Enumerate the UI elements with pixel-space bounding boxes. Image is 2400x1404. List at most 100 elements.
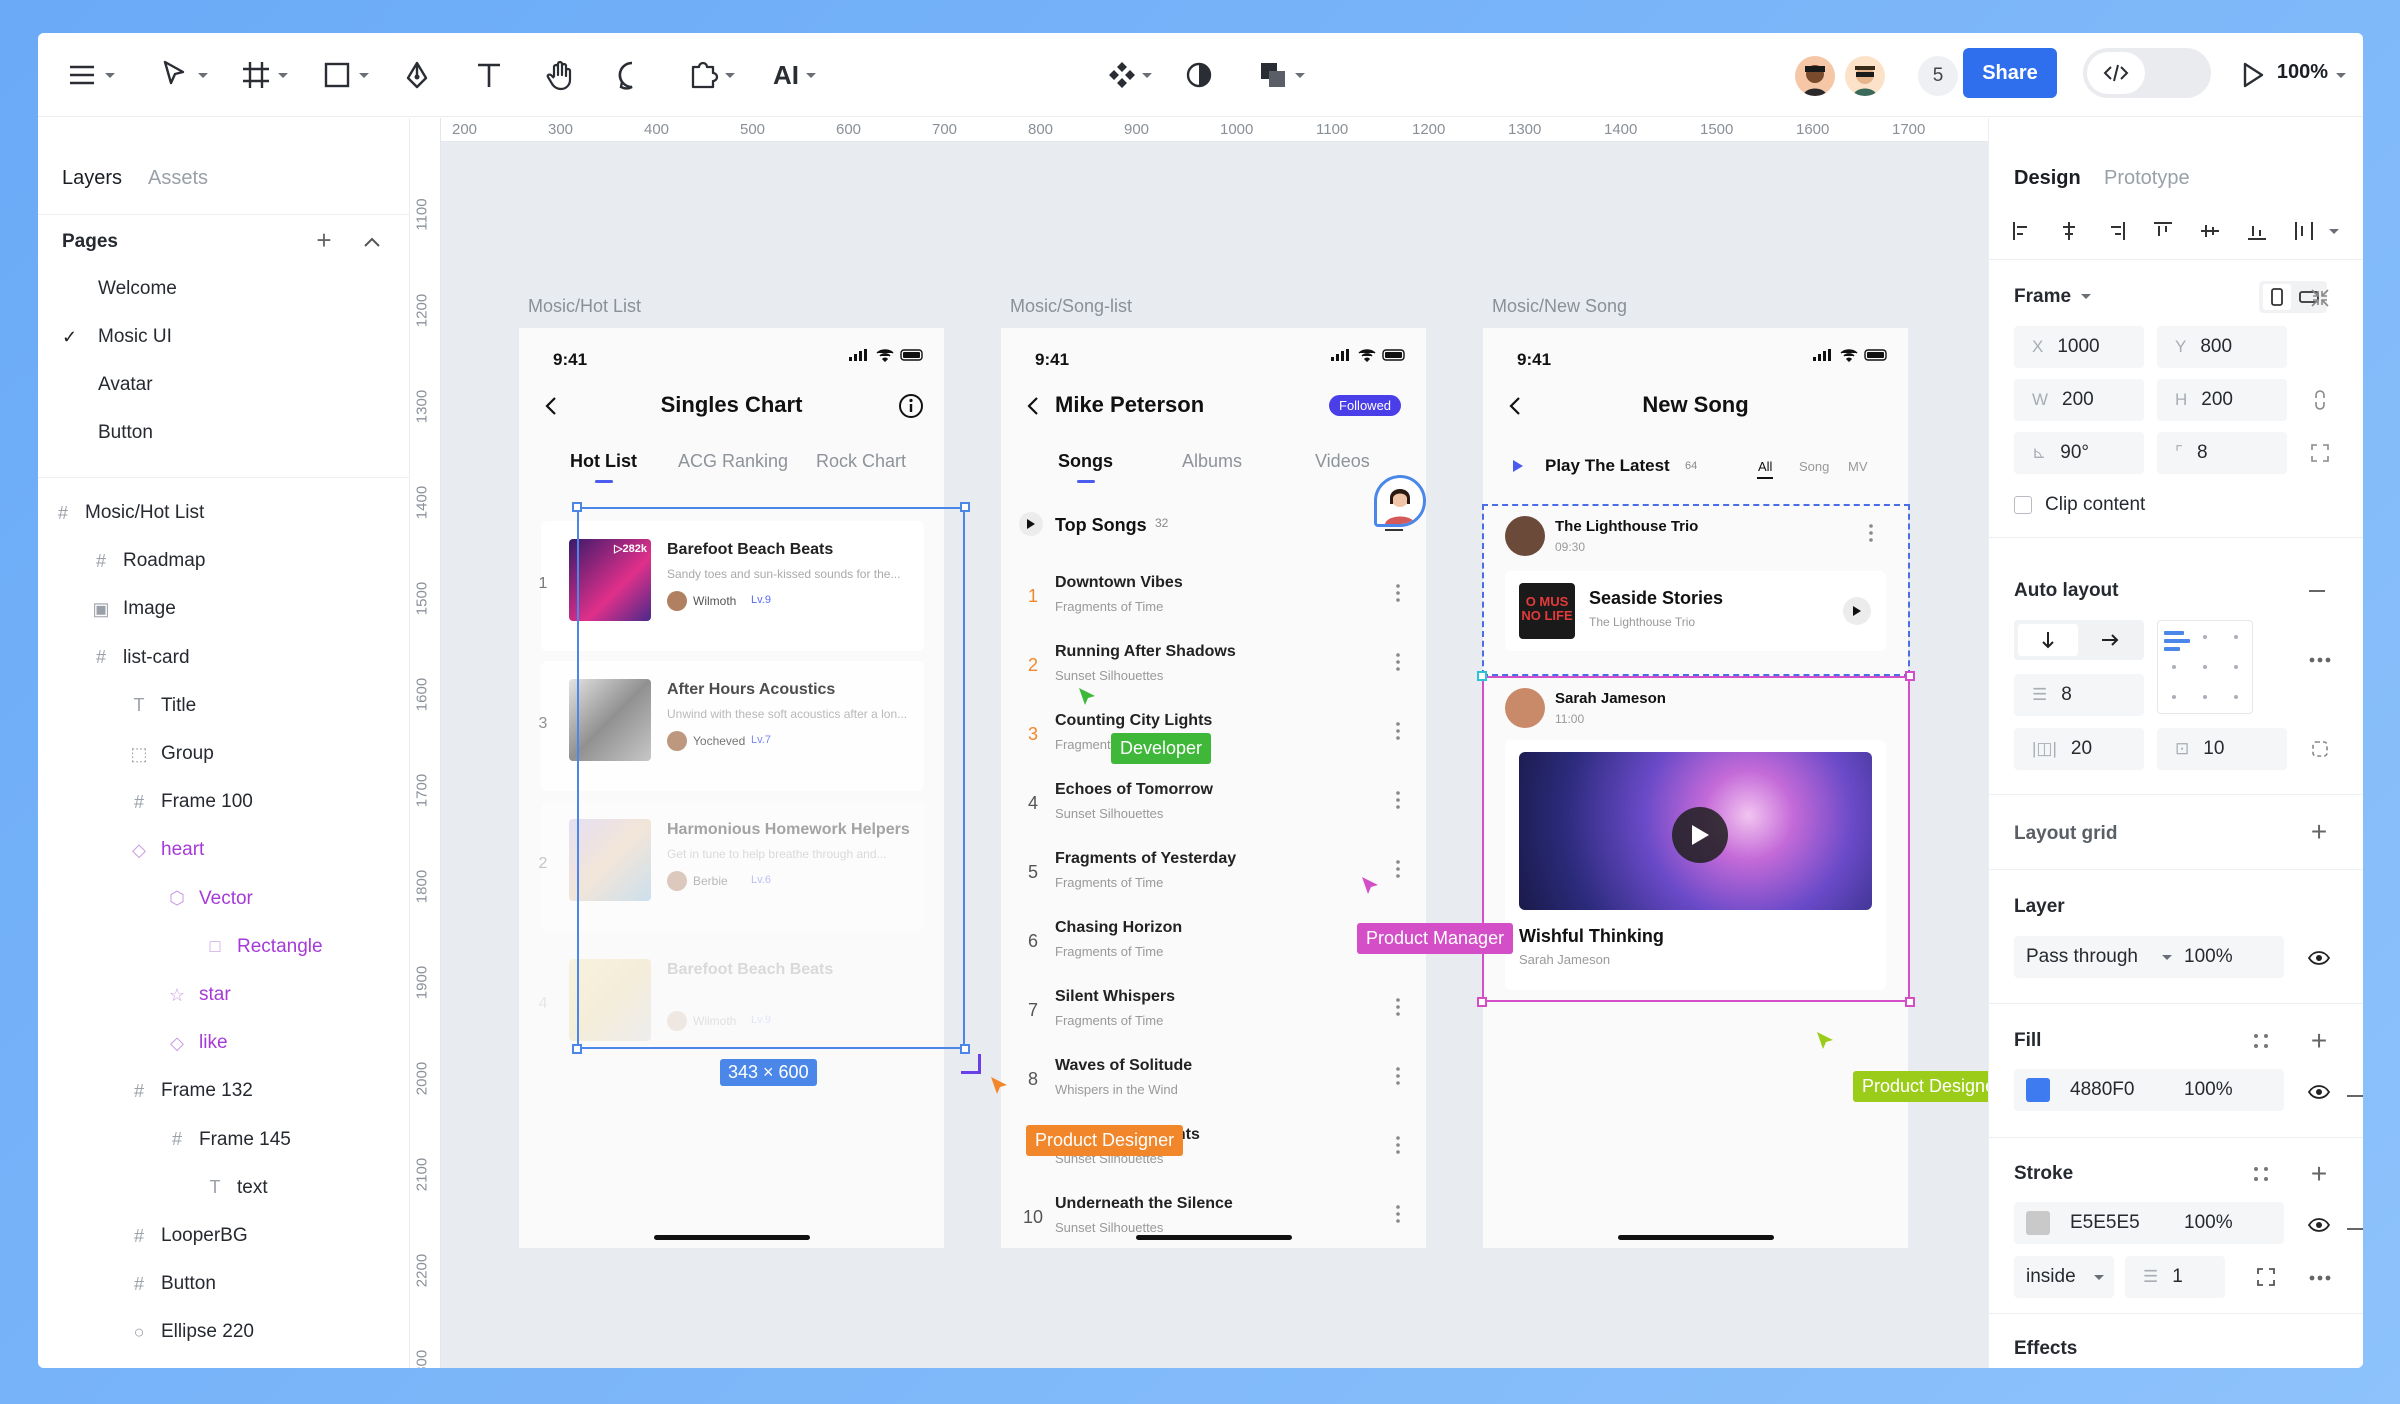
resize-handle[interactable] (572, 502, 582, 512)
layer-item[interactable]: ○ Ellipse 220 (38, 1310, 410, 1354)
layer-item[interactable]: ◇ like (38, 1021, 410, 1065)
radius-value[interactable]: 8 (2197, 442, 2208, 464)
resize-handle[interactable] (1477, 997, 1487, 1007)
tab-videos[interactable]: Videos (1315, 451, 1370, 472)
vertical-padding-field[interactable]: ⊡ 10 (2157, 728, 2287, 770)
chevron-down-icon[interactable] (2329, 229, 2339, 234)
chevron-down-icon[interactable] (198, 73, 208, 78)
tab-prototype[interactable]: Prototype (2104, 167, 2190, 190)
canvas[interactable]: 200 300 400 500 600 700 800 900 1000 1100 1200 1300… (411, 118, 1988, 1368)
rotation-value[interactable]: 90° (2060, 442, 2089, 464)
more-icon[interactable] (1396, 860, 1400, 878)
frame-label[interactable]: Mosic/Hot List (528, 296, 641, 317)
constrain-proportions-icon[interactable] (2308, 388, 2332, 412)
h-value[interactable]: 200 (2201, 389, 2233, 411)
blend-mode-value[interactable]: Pass through (2026, 946, 2138, 968)
more-icon[interactable] (1396, 998, 1400, 1016)
song-row[interactable]: 8 Waves of Solitude Whispers in the Wind (1001, 1045, 1426, 1114)
layer-item[interactable]: Ttext (38, 1359, 410, 1368)
chevron-down-icon[interactable] (2081, 294, 2091, 299)
direction-toggle[interactable] (2014, 620, 2144, 660)
stroke-opacity[interactable]: 100% (2184, 1212, 2233, 1234)
more-icon[interactable] (1396, 1136, 1400, 1154)
selection-box[interactable] (1482, 676, 1910, 1002)
chevron-down-icon[interactable] (725, 73, 735, 78)
eye-icon[interactable] (2307, 1213, 2331, 1237)
song-list-frame[interactable]: 9:41 Mike Peterson Followed Songs Albums… (1001, 328, 1426, 1248)
horizontal-direction-icon[interactable] (2080, 624, 2140, 656)
layer-item[interactable]: ⬚ Group (38, 732, 410, 776)
tab-albums[interactable]: Albums (1182, 451, 1242, 472)
zoom-level[interactable]: 100% (2266, 61, 2328, 84)
align-center-v-icon[interactable] (2197, 218, 2223, 244)
song-row[interactable]: 4 Echoes of Tomorrow Sunset Silhouettes (1001, 769, 1426, 838)
layer-item[interactable]: ◇ heart (38, 828, 410, 872)
chevron-down-icon[interactable] (359, 73, 369, 78)
page-item[interactable]: Button (38, 411, 410, 455)
alignment-dot[interactable] (2203, 695, 2207, 699)
alignment-grid[interactable] (2157, 620, 2253, 714)
filter-song[interactable]: Song (1799, 459, 1829, 474)
contrast-icon[interactable] (1183, 59, 1215, 91)
ai-icon[interactable]: AI (768, 59, 804, 91)
tab-layers[interactable]: Layers (62, 167, 122, 190)
resize-handle[interactable] (1905, 997, 1915, 1007)
component-icon[interactable] (1106, 59, 1138, 91)
layer-item[interactable]: T Title (38, 684, 410, 728)
align-top-icon[interactable] (2150, 218, 2176, 244)
remove-fill-icon[interactable] (2347, 1095, 2363, 1097)
blend-mode-field[interactable]: Pass through 100% (2014, 936, 2284, 978)
clip-content-checkbox[interactable] (2014, 496, 2032, 514)
align-bottom-icon[interactable] (2244, 218, 2270, 244)
add-page-icon[interactable]: + (312, 225, 336, 255)
align-center-h-icon[interactable] (2056, 218, 2082, 244)
width-field[interactable]: W 200 (2014, 379, 2144, 421)
eye-icon[interactable] (2307, 946, 2331, 970)
resize-handle[interactable] (1905, 671, 1915, 681)
play-icon[interactable] (2238, 59, 2268, 91)
more-icon[interactable] (1396, 791, 1400, 809)
avatar[interactable] (1845, 56, 1885, 96)
alignment-dot[interactable] (2203, 635, 2207, 639)
portrait-icon[interactable] (2263, 284, 2291, 310)
main-menu-icon[interactable] (66, 59, 98, 91)
frame-label[interactable]: Mosic/New Song (1492, 296, 1627, 317)
chevron-down-icon[interactable] (105, 73, 115, 78)
remove-stroke-icon[interactable] (2347, 1228, 2363, 1230)
frame-heading[interactable]: Frame (2014, 286, 2071, 308)
fill-hex[interactable]: 4880F0 (2070, 1079, 2134, 1101)
play-latest-label[interactable]: Play The Latest (1545, 456, 1670, 476)
more-icon[interactable] (1396, 1205, 1400, 1223)
add-layout-grid-icon[interactable]: + (2307, 816, 2331, 847)
more-icon[interactable] (1396, 722, 1400, 740)
align-left-icon[interactable] (2009, 218, 2035, 244)
resize-handle[interactable] (960, 1044, 970, 1054)
alignment-dot[interactable] (2172, 695, 2176, 699)
chevron-down-icon[interactable] (806, 73, 816, 78)
w-value[interactable]: 200 (2062, 389, 2094, 411)
tab-assets[interactable]: Assets (148, 167, 208, 190)
remove-auto-layout-icon[interactable] (2309, 590, 2325, 592)
move-tool-icon[interactable] (158, 57, 190, 91)
vertical-direction-icon[interactable] (2018, 624, 2078, 656)
alignment-dot[interactable] (2234, 665, 2238, 669)
horizontal-padding-field[interactable]: |◫| 20 (2014, 728, 2144, 770)
more-options-icon[interactable] (2307, 1268, 2333, 1288)
hand-tool-icon[interactable] (545, 57, 577, 93)
play-icon[interactable] (1507, 455, 1529, 477)
rectangle-tool-icon[interactable] (321, 59, 353, 91)
resize-to-fit-icon[interactable] (2308, 286, 2332, 310)
share-button[interactable]: Share (1963, 48, 2057, 98)
song-row[interactable]: 3 Counting City Lights Fragments of Time (1001, 700, 1426, 769)
layer-item[interactable]: □ Rectangle (38, 925, 410, 969)
frame-tool-icon[interactable] (240, 59, 272, 91)
more-icon[interactable] (1396, 1067, 1400, 1085)
frame-label[interactable]: Mosic/Song-list (1010, 296, 1132, 317)
avatar[interactable] (1795, 56, 1835, 96)
chevron-down-icon[interactable] (1295, 73, 1305, 78)
pad-v-value[interactable]: 10 (2203, 738, 2224, 760)
more-icon[interactable] (1396, 653, 1400, 671)
layer-item[interactable]: ☆ star (38, 973, 410, 1017)
layer-item[interactable]: Ttext (38, 1166, 410, 1210)
collapse-icon[interactable] (360, 230, 384, 254)
